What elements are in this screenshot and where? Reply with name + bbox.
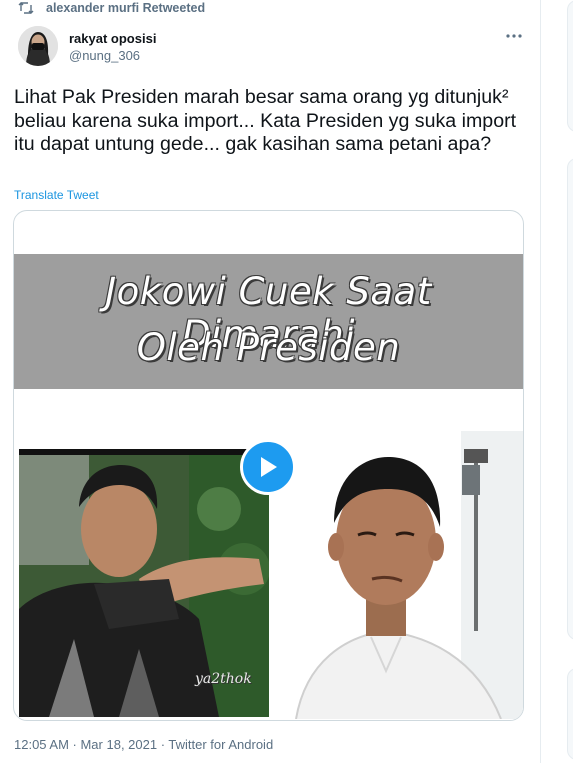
video-thumbnail-left: ya2thok bbox=[19, 449, 269, 717]
video-watermark: ya2thok bbox=[195, 671, 252, 687]
right-sidebar bbox=[541, 0, 573, 763]
retweet-icon bbox=[18, 1, 34, 15]
author-handle[interactable]: @nung_306 bbox=[69, 48, 140, 63]
play-button[interactable] bbox=[240, 439, 296, 495]
video-card[interactable]: Jokowi Cuek Saat Dimarahi Oleh Presiden bbox=[13, 210, 524, 721]
retweet-label: alexander murfi Retweeted bbox=[46, 1, 206, 15]
tweet-text: Lihat Pak Presiden marah besar sama oran… bbox=[14, 86, 517, 155]
video-title-line2: Oleh Presiden bbox=[136, 326, 401, 369]
sidebar-card bbox=[567, 668, 573, 760]
translate-tweet-link[interactable]: Translate Tweet bbox=[14, 188, 99, 202]
avatar[interactable] bbox=[18, 26, 58, 66]
tweet-column: alexander murfi Retweeted rakyat oposisi… bbox=[0, 0, 540, 763]
more-options-icon[interactable] bbox=[502, 26, 526, 46]
author-name[interactable]: rakyat oposisi bbox=[69, 31, 156, 46]
retweet-context[interactable]: alexander murfi Retweeted bbox=[18, 0, 205, 16]
play-icon bbox=[261, 457, 277, 477]
video-title-banner: Jokowi Cuek Saat Dimarahi Oleh Presiden bbox=[14, 254, 523, 389]
sidebar-card bbox=[567, 0, 573, 132]
video-thumbnail-right bbox=[276, 431, 523, 719]
sidebar-card bbox=[567, 158, 573, 640]
tweet-timestamp[interactable]: 12:05 AM · Mar 18, 2021 · Twitter for An… bbox=[14, 737, 273, 752]
